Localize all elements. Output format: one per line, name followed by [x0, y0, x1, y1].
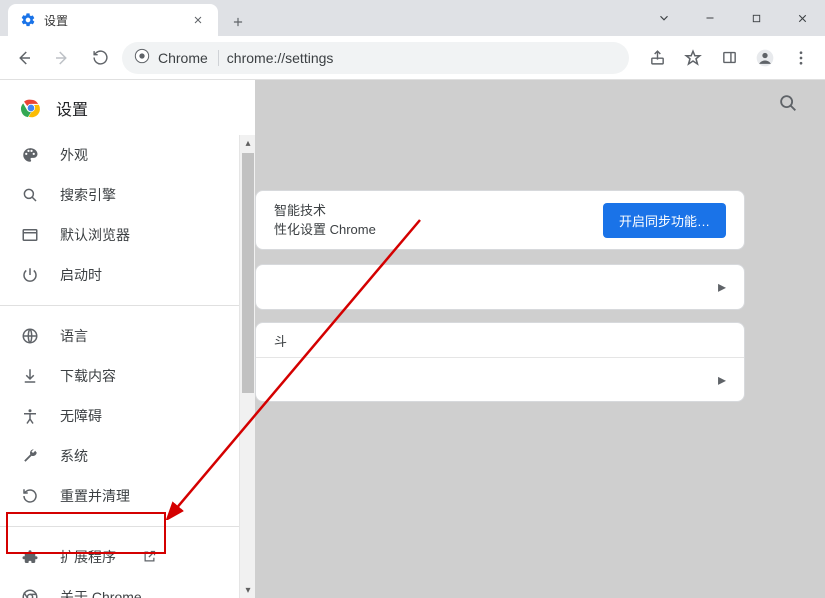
chevron-down-icon[interactable] [641, 0, 687, 36]
reload-button[interactable] [84, 42, 116, 74]
side-panel-button[interactable] [713, 42, 745, 74]
a11y-icon [20, 406, 40, 426]
window-close-button[interactable] [779, 0, 825, 36]
globe-icon [20, 326, 40, 346]
minimize-button[interactable] [687, 0, 733, 36]
chevron-right-icon: ▸ [718, 370, 726, 390]
card-fragment-text: 斗 [256, 323, 744, 350]
sidebar-item-label: 无障碍 [60, 406, 102, 426]
sidebar-item-downloads[interactable]: 下载内容 [0, 356, 255, 396]
window-titlebar: 设置 [0, 0, 825, 36]
share-button[interactable] [641, 42, 673, 74]
sidebar-item-system[interactable]: 系统 [0, 436, 255, 476]
download-icon [20, 366, 40, 386]
new-tab-button[interactable] [224, 8, 252, 36]
sidebar-title: 设置 [56, 96, 88, 120]
chevron-right-icon: ▸ [718, 277, 726, 297]
sidebar-scrollbar[interactable]: ▴ ▾ [239, 135, 255, 598]
menu-button[interactable] [785, 42, 817, 74]
omnibox-chip: Chrome [158, 50, 219, 66]
sidebar-item-accessibility[interactable]: 无障碍 [0, 396, 255, 436]
external-link-icon [142, 549, 158, 565]
gear-icon [20, 12, 36, 28]
sidebar-item-languages[interactable]: 语言 [0, 316, 255, 356]
settings-sidebar: 设置 外观 搜索引擎 默认浏览器 启动时 语言 [0, 80, 255, 598]
sidebar-item-label: 默认浏览器 [60, 225, 130, 245]
sync-card-line1: 智能技术 [274, 201, 376, 221]
sidebar-item-default-browser[interactable]: 默认浏览器 [0, 215, 255, 255]
sidebar-item-search-engine[interactable]: 搜索引擎 [0, 175, 255, 215]
chrome-chip-icon [134, 48, 150, 67]
turn-on-sync-button[interactable]: 开启同步功能… [603, 203, 726, 238]
palette-icon [20, 145, 40, 165]
close-icon[interactable] [190, 12, 206, 28]
profile-button[interactable] [749, 42, 781, 74]
sidebar-item-label: 语言 [60, 326, 88, 346]
omnibox-url: chrome://settings [227, 50, 334, 66]
settings-search-button[interactable] [777, 92, 801, 116]
scroll-down-button[interactable]: ▾ [240, 582, 256, 598]
settings-row[interactable]: ▸ [256, 357, 744, 401]
browser-tab[interactable]: 设置 [8, 4, 218, 36]
tab-title: 设置 [44, 12, 182, 29]
browser-icon [20, 225, 40, 245]
sidebar-item-label: 下载内容 [60, 366, 116, 386]
sidebar-item-on-startup[interactable]: 启动时 [0, 255, 255, 295]
reset-icon [20, 486, 40, 506]
sidebar-item-appearance[interactable]: 外观 [0, 135, 255, 175]
wrench-icon [20, 446, 40, 466]
search-icon [20, 185, 40, 205]
sidebar-item-label: 启动时 [60, 265, 102, 285]
sidebar-item-label: 系统 [60, 446, 88, 466]
sidebar-item-reset[interactable]: 重置并清理 [0, 476, 255, 516]
chrome-logo-icon [20, 97, 42, 119]
sidebar-separator [0, 526, 255, 527]
puzzle-icon [20, 547, 40, 567]
maximize-button[interactable] [733, 0, 779, 36]
sidebar-item-about-chrome[interactable]: 关于 Chrome [0, 577, 255, 598]
power-icon [20, 265, 40, 285]
bookmark-button[interactable] [677, 42, 709, 74]
sidebar-item-label: 关于 Chrome [60, 587, 142, 598]
settings-content: 智能技术 性化设置 Chrome 开启同步功能… ▸ 斗 ▸ [255, 80, 825, 598]
sidebar-header: 设置 [0, 80, 255, 135]
window-controls [641, 0, 825, 36]
sidebar-item-label: 重置并清理 [60, 486, 130, 506]
sidebar-separator [0, 305, 255, 306]
chrome-icon [20, 587, 40, 598]
address-bar[interactable]: Chrome chrome://settings [122, 42, 629, 74]
sidebar-item-label: 扩展程序 [60, 547, 116, 567]
sidebar-item-extensions[interactable]: 扩展程序 [0, 537, 255, 577]
scroll-thumb[interactable] [242, 153, 254, 393]
settings-row-card: 斗 ▸ [255, 322, 745, 402]
back-button[interactable] [8, 42, 40, 74]
sidebar-item-label: 外观 [60, 145, 88, 165]
settings-row[interactable]: ▸ [256, 265, 744, 309]
forward-button [46, 42, 78, 74]
sync-card-line2: 性化设置 Chrome [274, 220, 376, 240]
scroll-up-button[interactable]: ▴ [240, 135, 256, 151]
settings-row-card: ▸ [255, 264, 745, 310]
browser-toolbar: Chrome chrome://settings [0, 36, 825, 80]
sidebar-item-label: 搜索引擎 [60, 185, 116, 205]
sync-promo-card: 智能技术 性化设置 Chrome 开启同步功能… [255, 190, 745, 250]
